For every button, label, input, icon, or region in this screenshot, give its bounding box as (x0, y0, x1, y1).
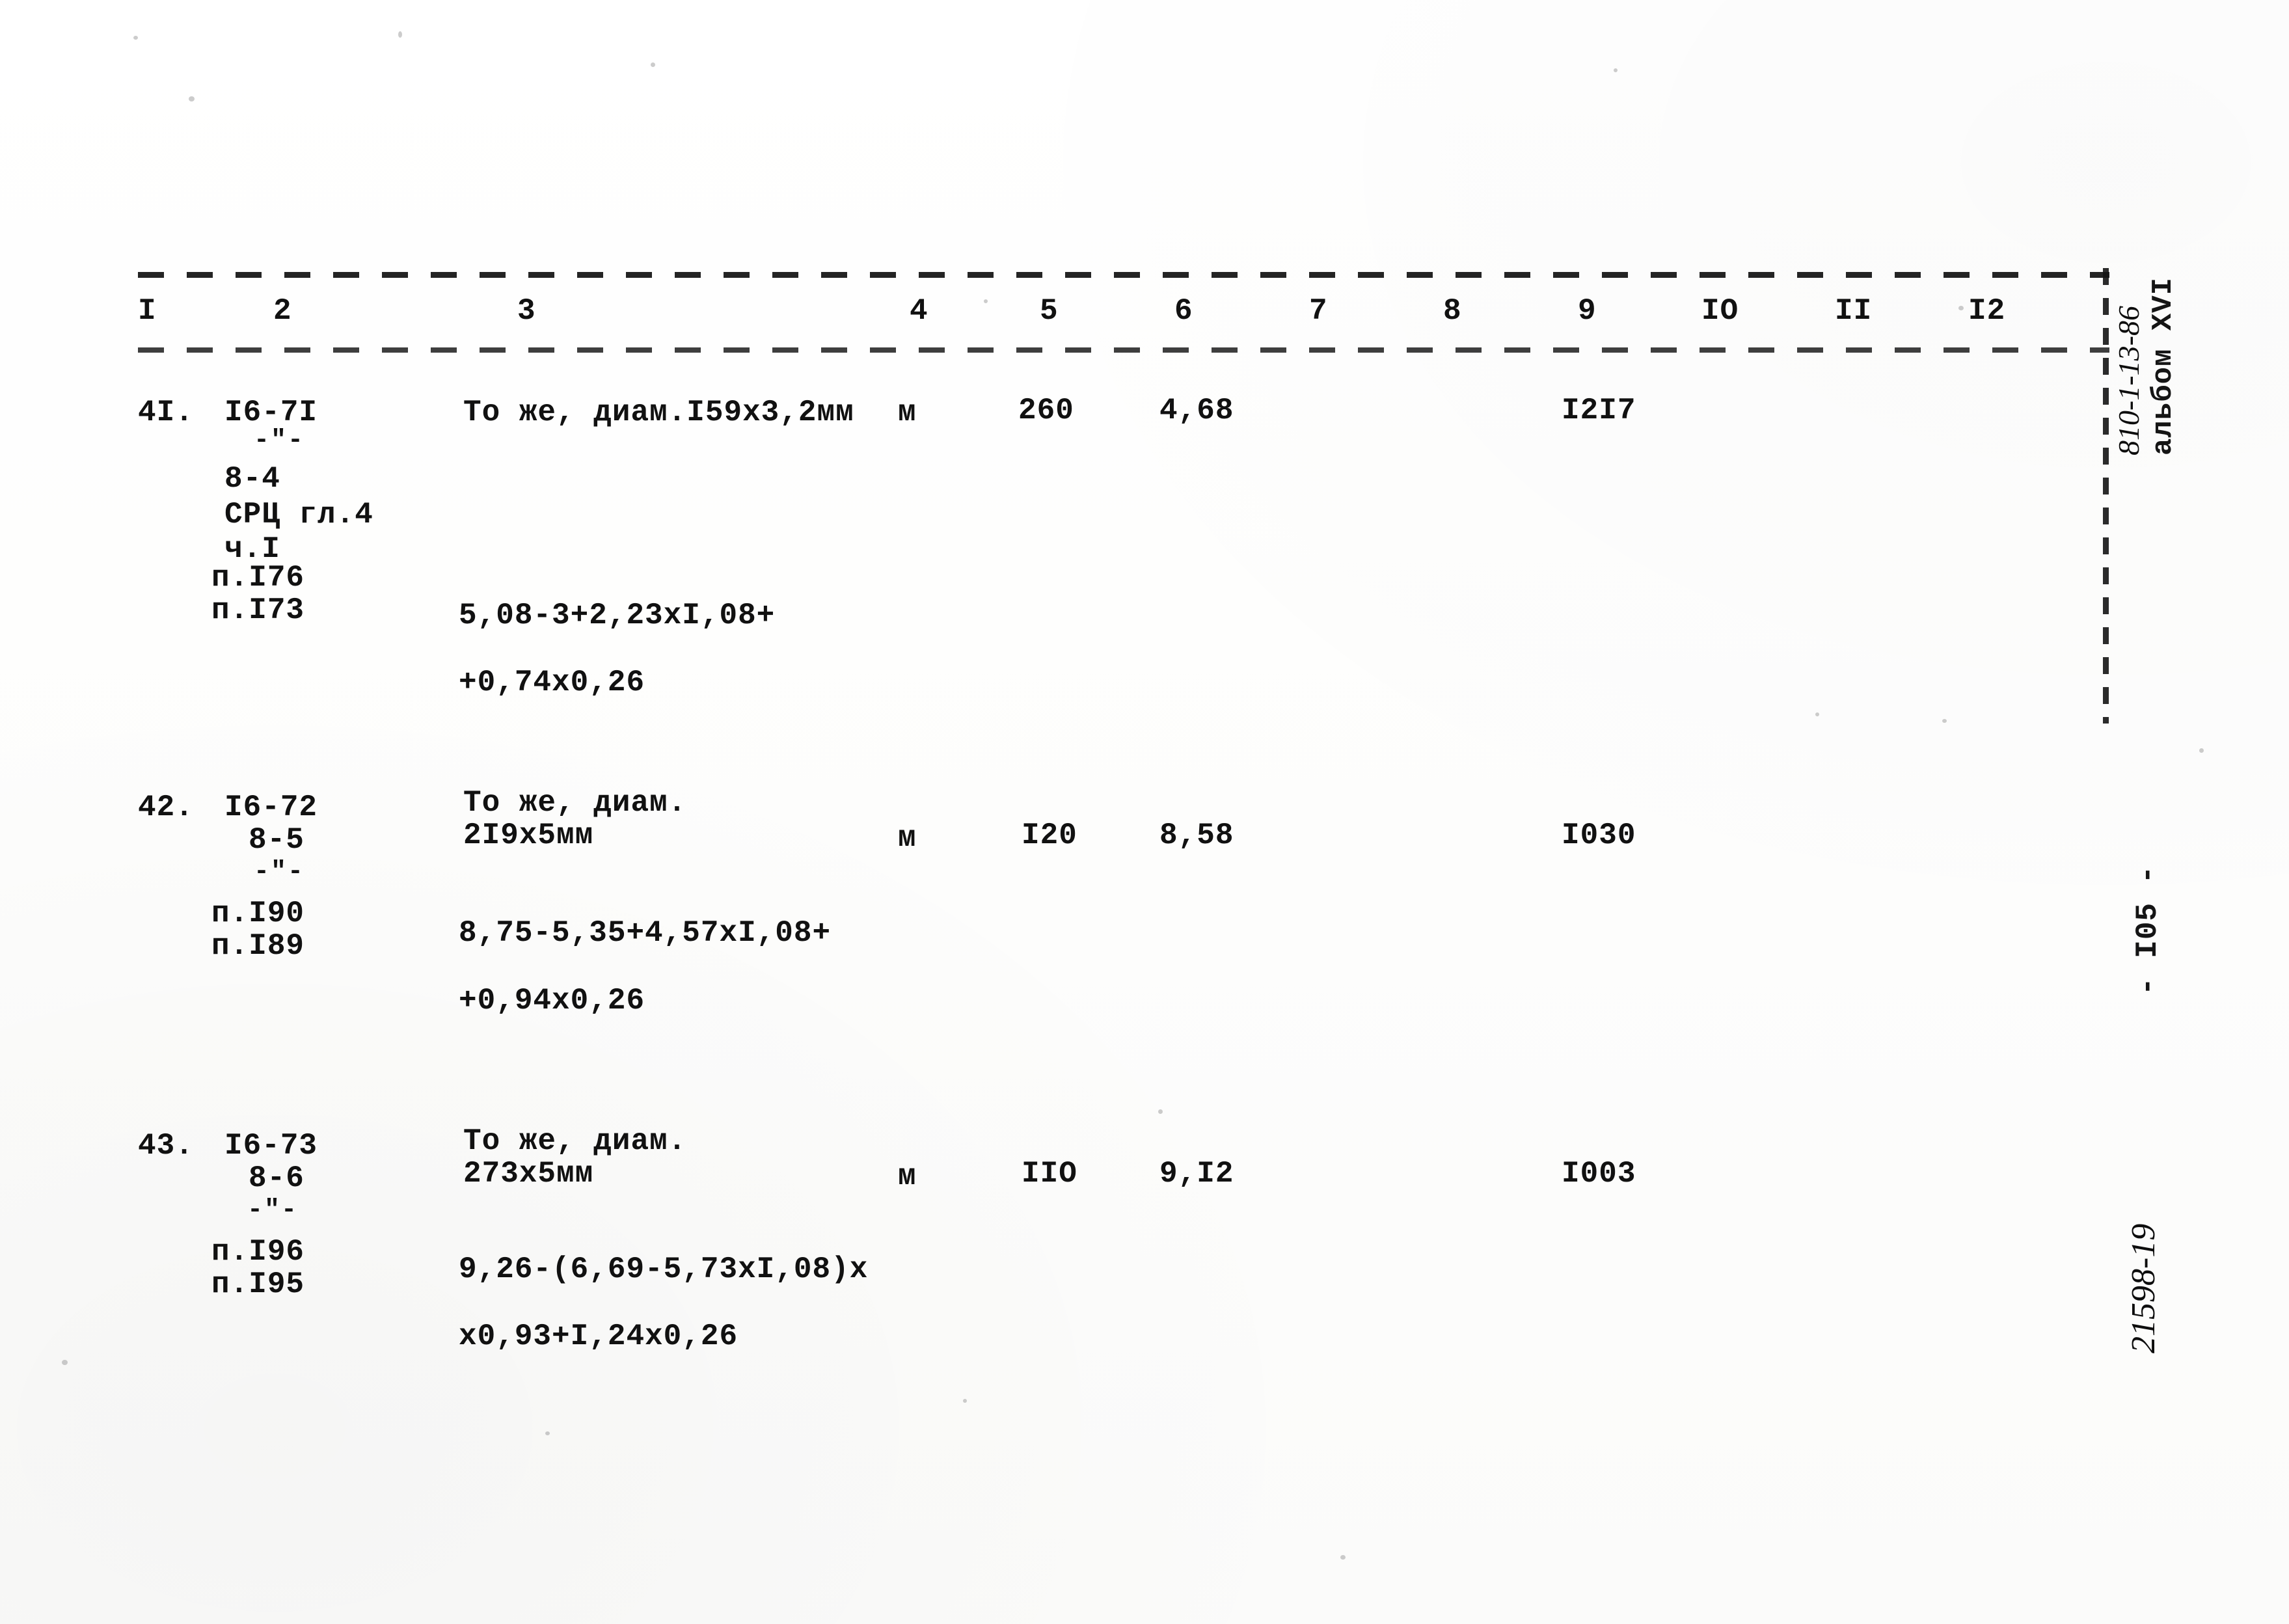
scan-speck (2199, 748, 2204, 753)
row-quantity: I20 (1022, 819, 1077, 852)
column-header-11: II (1835, 294, 1873, 328)
row-ditto-mark: -"- (247, 1196, 299, 1225)
page-number: - I05 - (2131, 865, 2165, 995)
scan-speck (545, 1431, 550, 1435)
archive-number-handwritten: 21598-19 (2125, 1223, 2162, 1353)
column-header-1: I (138, 294, 157, 328)
row-code-line: 8-4 (224, 462, 280, 496)
row-number: 42. (138, 791, 194, 824)
row-unit: м (898, 821, 917, 855)
row-formula-line: +0,94x0,26 (459, 984, 645, 1018)
row-formula-line: x0,93+I,24x0,26 (459, 1320, 738, 1353)
row-code-line: СРЦ гл.4 (224, 498, 373, 532)
row-unit: м (898, 1159, 917, 1193)
row-code-line: п.I89 (211, 929, 305, 963)
column-header-9: 9 (1578, 294, 1597, 328)
row-formula-line: +0,74x0,26 (459, 666, 645, 699)
scan-speck (963, 1399, 967, 1403)
row-code-line: I6-72 (224, 791, 318, 824)
scan-speck (1614, 68, 1618, 72)
table-top-rule (138, 272, 2109, 278)
row-price: 9,I2 (1159, 1157, 1234, 1191)
scan-speck (133, 36, 138, 40)
row-ditto-mark: -"- (254, 858, 305, 887)
column-header-12: I2 (1968, 294, 2006, 328)
column-header-10: IO (1701, 294, 1739, 328)
column-header-3: 3 (517, 294, 536, 328)
column-header-2: 2 (273, 294, 292, 328)
row-description: 2I9х5мм (463, 819, 594, 852)
row-code-line: п.I76 (211, 561, 305, 595)
row-col9-value: I2I7 (1562, 394, 1636, 427)
row-code-line: 8-5 (249, 823, 305, 857)
scan-speck (984, 299, 988, 303)
column-header-7: 7 (1309, 294, 1328, 328)
scan-speck (398, 31, 402, 38)
scan-speck (1340, 1555, 1346, 1560)
scan-speck (1815, 712, 1819, 716)
paper-background (0, 0, 2289, 1624)
table-right-border (2103, 268, 2109, 724)
table-header-bottom-rule (138, 347, 2109, 353)
row-code-line: п.I73 (211, 593, 305, 627)
row-number: 43. (138, 1129, 194, 1163)
album-code-handwritten: 810-1-13-86 (2112, 306, 2145, 455)
row-col9-value: I003 (1562, 1157, 1636, 1191)
scan-speck (1958, 306, 1964, 310)
row-code-line: п.I95 (211, 1267, 305, 1301)
scan-speck (1942, 719, 1947, 723)
scan-speck (189, 96, 195, 102)
row-number: 4I. (138, 396, 194, 429)
row-code-line: п.I90 (211, 897, 305, 930)
column-header-4: 4 (910, 294, 928, 328)
album-label: альбом XVI (2147, 277, 2180, 455)
row-price: 8,58 (1159, 819, 1234, 852)
column-header-6: 6 (1174, 294, 1193, 328)
scan-speck (1158, 1109, 1163, 1114)
row-code-line: I6-7I (224, 396, 318, 429)
row-formula-line: 5,08-3+2,23xI,08+ (459, 599, 776, 632)
row-code-line: I6-73 (224, 1129, 318, 1163)
scanned-page: I 2 3 4 5 6 7 8 9 IO II I2 4I. I6-7I -"-… (0, 0, 2289, 1624)
row-code-line: п.I96 (211, 1235, 305, 1269)
row-ditto-mark: -"- (254, 426, 305, 455)
row-quantity: IIO (1022, 1157, 1077, 1191)
column-header-8: 8 (1443, 294, 1462, 328)
scan-speck (62, 1360, 68, 1365)
scan-speck (651, 62, 655, 67)
row-description: То же, диам.I59х3,2мм (463, 396, 854, 429)
row-description: 273х5мм (463, 1157, 594, 1191)
row-formula-line: 9,26-(6,69-5,73xI,08)x (459, 1252, 869, 1286)
row-col9-value: I030 (1562, 819, 1636, 852)
row-quantity: 260 (1018, 394, 1074, 427)
row-price: 4,68 (1159, 394, 1234, 427)
row-description: То же, диам. (463, 786, 687, 820)
row-code-line: 8-6 (249, 1161, 305, 1195)
row-unit: м (898, 396, 917, 429)
row-description: То же, диам. (463, 1124, 687, 1158)
row-formula-line: 8,75-5,35+4,57xI,08+ (459, 916, 832, 950)
column-header-5: 5 (1040, 294, 1059, 328)
